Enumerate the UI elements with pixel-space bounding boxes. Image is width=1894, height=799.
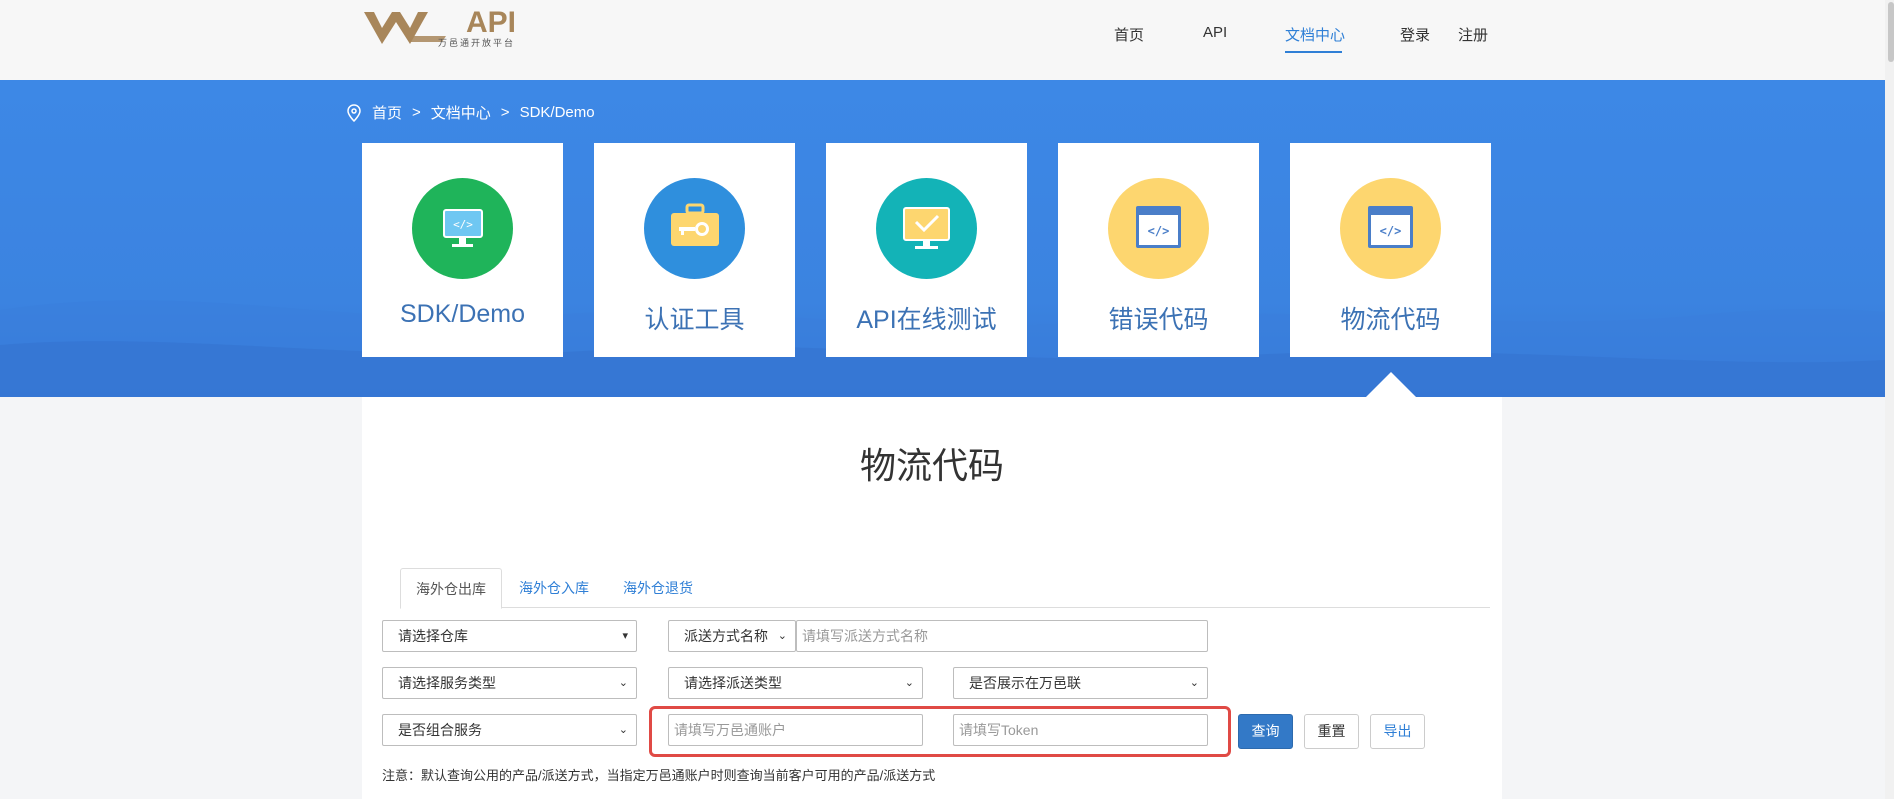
monitor-check-icon <box>903 207 950 249</box>
chevron-down-icon: ⌄ <box>618 677 628 689</box>
tab-overseas-return[interactable]: 海外仓退货 <box>608 568 708 609</box>
tab-bar: 海外仓出库 海外仓入库 海外仓退货 <box>400 568 1490 609</box>
card-icon-circle: </> <box>412 178 513 279</box>
card-label: API在线测试 <box>856 306 997 334</box>
service-type-select-value: 请选择服务类型 <box>398 675 496 691</box>
code-window-icon: </> <box>1368 206 1413 248</box>
code-window-icon: </> <box>1136 206 1181 248</box>
query-note: 注意：默认查询公用的产品/派送方式，当指定万邑通账户时则查询当前客户可用的产品/… <box>382 768 936 783</box>
chevron-down-icon: ⌄ <box>777 630 787 642</box>
query-button[interactable]: 查询 <box>1238 714 1293 749</box>
tab-overseas-inbound[interactable]: 海外仓入库 <box>504 568 604 609</box>
breadcrumb-separator: > <box>500 104 510 121</box>
card-label: SDK/Demo <box>399 300 526 328</box>
card-icon-circle: </> <box>1108 178 1209 279</box>
breadcrumb-home[interactable]: 首页 <box>372 102 402 123</box>
nav-home[interactable]: 首页 <box>1114 24 1144 45</box>
breadcrumb-current: SDK/Demo <box>519 104 595 121</box>
hero-banner: 首页 > 文档中心 > SDK/Demo </> SDK/Demo 认证工具 A… <box>0 80 1885 397</box>
card-auth-tool[interactable]: 认证工具 <box>594 143 795 357</box>
export-button[interactable]: 导出 <box>1370 714 1425 749</box>
chevron-down-icon: ⌄ <box>904 677 914 689</box>
card-icon-circle <box>876 178 977 279</box>
card-icon-circle <box>644 178 745 279</box>
delivery-name-placeholder: 请填写派送方式名称 <box>802 628 928 644</box>
show-in-wyl-select[interactable]: 是否展示在万邑联 ⌄ <box>953 667 1208 699</box>
card-label: 错误代码 <box>1108 306 1209 334</box>
main-content: 物流代码 海外仓出库 海外仓入库 海外仓退货 请选择仓库 ▾ 派送方式名称 ⌄ … <box>362 397 1502 799</box>
logo-subtitle: 万邑通开放平台 <box>438 38 516 48</box>
monitor-code-icon: </> <box>443 209 483 247</box>
delivery-name-input[interactable]: 请填写派送方式名称 <box>796 620 1208 652</box>
nav-active-indicator <box>1285 51 1342 53</box>
service-type-select[interactable]: 请选择服务类型 ⌄ <box>382 667 637 699</box>
site-logo[interactable]: API 万邑通开放平台 <box>362 6 532 52</box>
caret-down-icon: ▾ <box>622 630 628 642</box>
card-error-codes[interactable]: </> 错误代码 <box>1058 143 1259 357</box>
page-scrollbar[interactable] <box>1885 0 1894 799</box>
highlight-box <box>649 706 1231 757</box>
delivery-type-select-value: 请选择派送类型 <box>684 675 782 691</box>
page-title: 物流代码 <box>859 445 1004 486</box>
breadcrumb: 首页 > 文档中心 > SDK/Demo <box>346 102 595 123</box>
active-card-pointer <box>1366 372 1416 397</box>
chevron-down-icon: ⌄ <box>618 724 628 736</box>
tab-overseas-outbound[interactable]: 海外仓出库 <box>400 568 502 609</box>
nav-login[interactable]: 登录 <box>1400 24 1430 45</box>
card-icon-circle: </> <box>1340 178 1441 279</box>
scrollbar-thumb[interactable] <box>1888 2 1894 62</box>
card-label: 物流代码 <box>1340 306 1441 334</box>
key-case-icon <box>671 203 719 246</box>
card-logistics-codes[interactable]: </> 物流代码 <box>1290 143 1491 357</box>
svg-text:</>: </> <box>1148 224 1170 238</box>
nav-docs[interactable]: 文档中心 <box>1285 24 1345 45</box>
show-in-wyl-select-value: 是否展示在万邑联 <box>969 675 1081 691</box>
svg-text:</>: </> <box>1380 224 1402 238</box>
top-header: API 万邑通开放平台 首页 API 文档中心 登录 注册 <box>0 0 1885 80</box>
chevron-down-icon: ⌄ <box>1189 677 1199 689</box>
warehouse-select-value: 请选择仓库 <box>398 628 468 644</box>
combo-service-select[interactable]: 是否组合服务 ⌄ <box>382 714 637 746</box>
breadcrumb-separator: > <box>412 104 421 121</box>
delivery-name-select[interactable]: 派送方式名称 ⌄ <box>668 620 796 652</box>
combo-service-select-value: 是否组合服务 <box>398 722 482 738</box>
nav-register[interactable]: 注册 <box>1458 24 1488 45</box>
card-sdk-demo[interactable]: </> SDK/Demo <box>362 143 563 357</box>
delivery-name-select-value: 派送方式名称 <box>684 628 768 644</box>
reset-button[interactable]: 重置 <box>1304 714 1359 749</box>
svg-text:</>: </> <box>453 218 473 231</box>
breadcrumb-docs[interactable]: 文档中心 <box>431 102 491 123</box>
warehouse-select[interactable]: 请选择仓库 ▾ <box>382 620 637 652</box>
card-api-test[interactable]: API在线测试 <box>826 143 1027 357</box>
delivery-type-select[interactable]: 请选择派送类型 ⌄ <box>668 667 923 699</box>
logo-text: API <box>466 6 517 39</box>
nav-api[interactable]: API <box>1203 24 1227 41</box>
card-label: 认证工具 <box>644 306 745 334</box>
location-pin-icon <box>347 103 361 122</box>
